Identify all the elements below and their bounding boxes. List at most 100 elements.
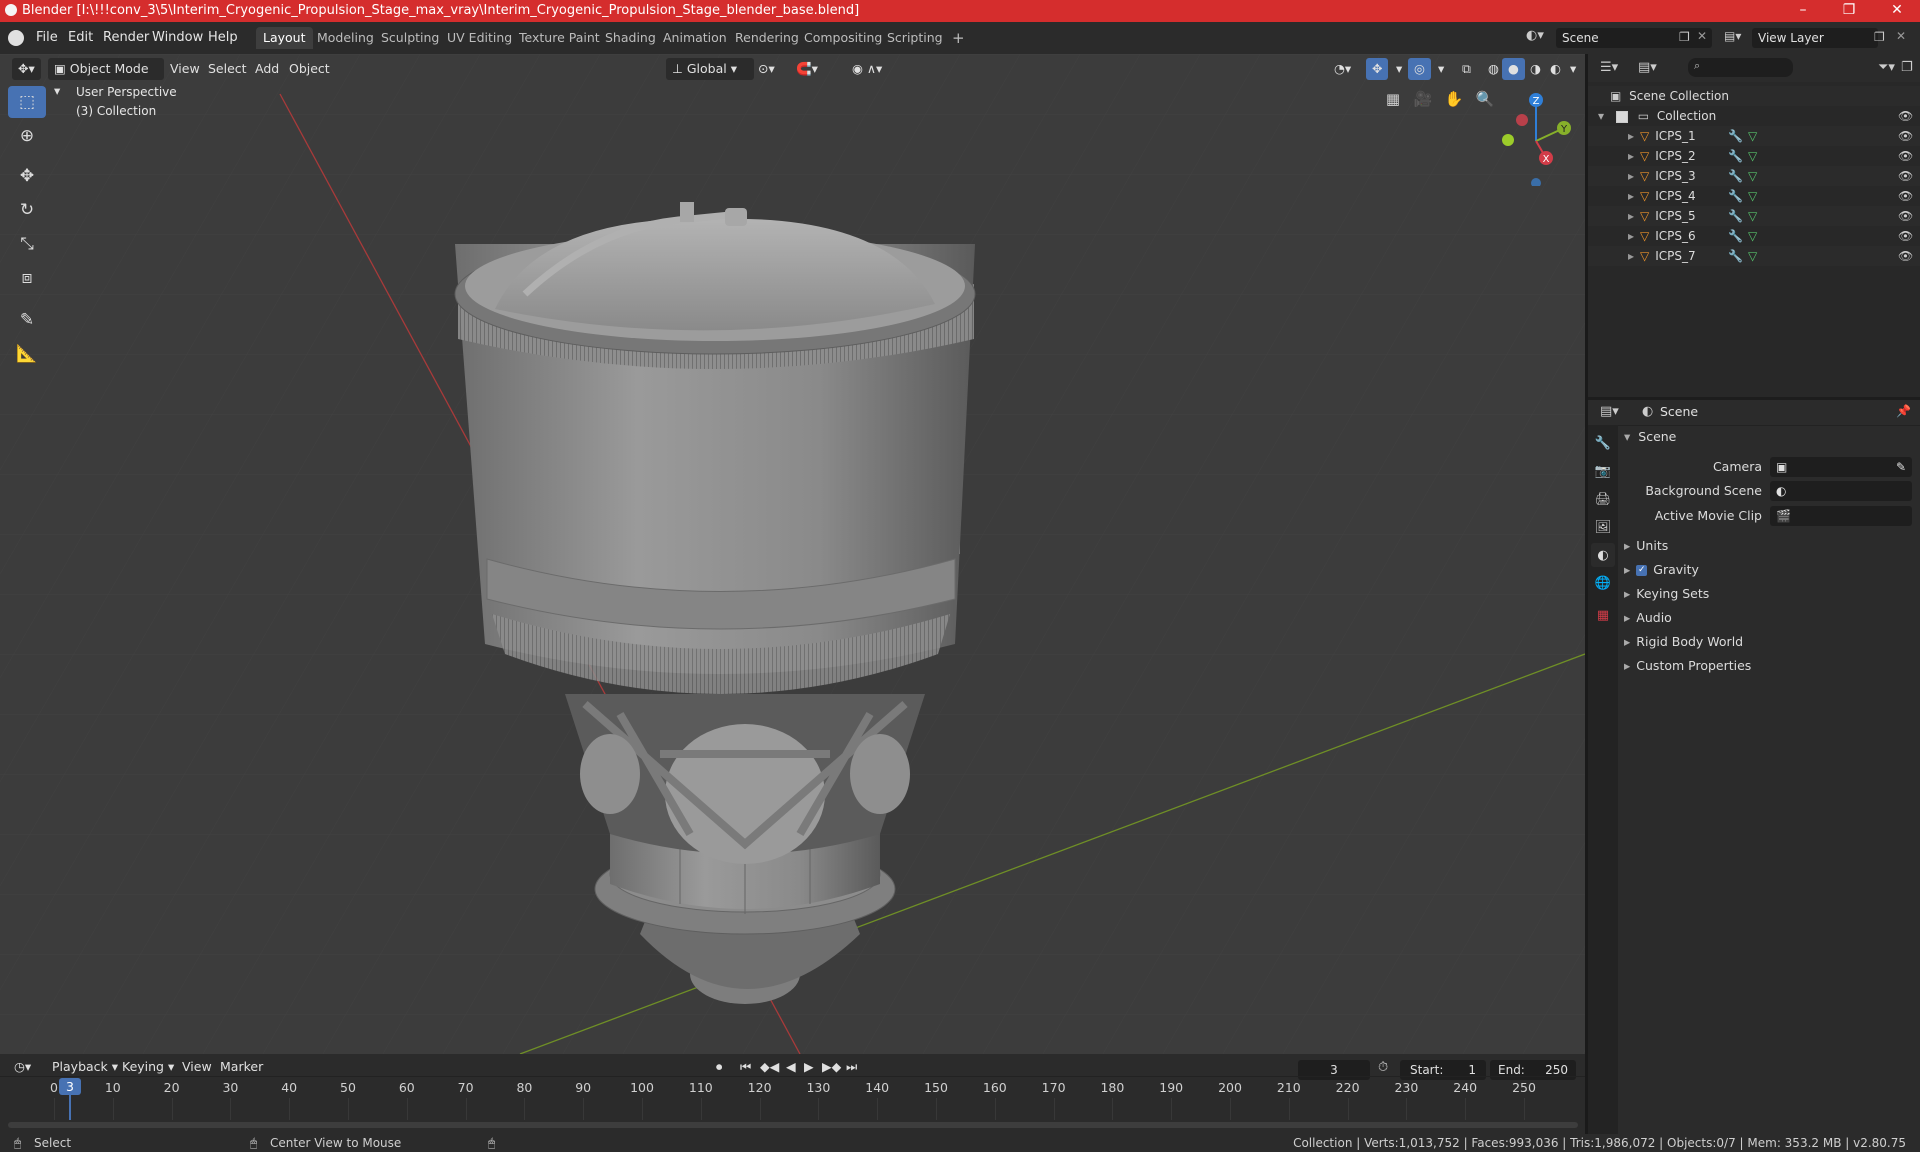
editor-type-button[interactable]: ✥▾ [12,58,41,80]
new-view-layer-icon[interactable]: ❐ [1874,30,1885,44]
tab-rendering[interactable]: Rendering [728,27,806,49]
tab-sculpting[interactable]: Sculpting [374,27,446,49]
rotate-tool[interactable]: ↻ [8,194,46,226]
mesh-data-icon[interactable]: ▽ [1748,186,1757,206]
menu-view[interactable]: View [164,58,206,80]
collection-eye-icon[interactable]: 👁 [1898,106,1913,126]
expand-arrow-icon[interactable]: ▸ [1628,209,1634,223]
current-frame-field[interactable]: 3 [1298,1060,1370,1080]
mesh-data-icon[interactable]: ▽ [1748,206,1757,226]
expand-arrow-icon[interactable]: ▸ [1628,249,1634,263]
expand-arrow-icon[interactable]: ▸ [1628,129,1634,143]
active-movie-clip-field[interactable]: 🎬 [1770,506,1912,526]
object-mode-dropdown[interactable]: ▣ Object Mode ▾ [48,58,164,98]
object-eye-icon[interactable]: 👁 [1898,206,1913,226]
tab-modeling[interactable]: Modeling [310,27,381,49]
tool-tab-icon[interactable]: 🔧 [1591,431,1615,455]
object-eye-icon[interactable]: 👁 [1898,146,1913,166]
filter-icon[interactable]: ⏷▾ [1878,60,1895,75]
outliner-object-row[interactable]: ▸ ▽ ICPS_2 🔧 ▽ 👁 [1588,146,1920,166]
camera-field[interactable]: ▣ ✎ [1770,457,1912,477]
pin-icon[interactable]: 📌 [1896,404,1911,418]
scene-collection-row[interactable]: ▣ Scene Collection [1588,86,1920,106]
scene-tab-icon[interactable]: ◐ [1591,543,1615,567]
playback-menu[interactable]: Playback ▾ [46,1056,124,1078]
eyedropper-icon[interactable]: ✎ [1896,457,1906,477]
outliner-object-row[interactable]: ▸ ▽ ICPS_7 🔧 ▽ 👁 [1588,246,1920,266]
mesh-data-icon[interactable]: ▽ [1748,166,1757,186]
object-eye-icon[interactable]: 👁 [1898,126,1913,146]
shading-dropdown-icon[interactable]: ▾ [1564,58,1582,80]
mesh-data-icon[interactable]: ▽ [1748,126,1757,146]
menu-window[interactable]: Window [150,28,205,48]
tab-texture-paint[interactable]: Texture Paint [512,27,607,49]
annotate-tool[interactable]: ✎ [8,304,46,336]
timeline-editor-type-icon[interactable]: ◷▾ [8,1056,37,1078]
outliner-editor-type-icon[interactable]: ☰▾ [1600,60,1618,75]
modifier-wrench-icon[interactable]: 🔧 [1728,126,1743,146]
object-eye-icon[interactable]: 👁 [1898,166,1913,186]
gizmo-toggle-icon[interactable]: ✥ [1366,58,1389,80]
custom-properties-panel-header[interactable]: ▸ Custom Properties [1620,654,1920,678]
jump-end-button[interactable]: ⏭ [840,1056,863,1078]
modifier-wrench-icon[interactable]: 🔧 [1728,246,1743,266]
new-scene-icon[interactable]: ❐ [1679,30,1690,44]
timeline-view-menu[interactable]: View [176,1056,218,1078]
tab-scripting[interactable]: Scripting [880,27,950,49]
overlay-toggle-icon[interactable]: ◎ [1408,58,1431,80]
modifier-wrench-icon[interactable]: 🔧 [1728,186,1743,206]
background-scene-field[interactable]: ◐ [1770,481,1912,501]
modifier-wrench-icon[interactable]: 🔧 [1728,146,1743,166]
playhead-frame-indicator[interactable]: 3 [59,1078,81,1095]
new-collection-icon[interactable]: ❐ [1901,60,1913,75]
expand-arrow-icon[interactable]: ▸ [1628,189,1634,203]
menu-render[interactable]: Render [101,28,151,48]
menu-add[interactable]: Add [249,58,285,80]
visibility-icon[interactable]: ◔▾ [1328,58,1357,80]
tab-uv-editing[interactable]: UV Editing [440,27,519,49]
snap-icon[interactable]: 🧲▾ [790,58,824,80]
mesh-data-icon[interactable]: ▽ [1748,146,1757,166]
navigation-gizmo[interactable]: Z Y X [1490,86,1585,186]
mesh-data-icon[interactable]: ▽ [1748,226,1757,246]
add-workspace-button[interactable]: + [945,27,972,49]
menu-object[interactable]: Object [283,58,336,80]
outliner-object-row[interactable]: ▸ ▽ ICPS_3 🔧 ▽ 👁 [1588,166,1920,186]
keying-sets-panel-header[interactable]: ▸ Keying Sets [1620,582,1920,606]
properties-editor-type-icon[interactable]: ▤▾ [1600,404,1619,419]
measure-tool[interactable]: 📐 [8,338,46,370]
outliner-object-row[interactable]: ▸ ▽ ICPS_6 🔧 ▽ 👁 [1588,226,1920,246]
blender-menu-icon[interactable] [8,30,24,46]
audio-panel-header[interactable]: ▸ Audio [1620,606,1920,630]
tab-animation[interactable]: Animation [656,27,734,49]
tab-compositing[interactable]: Compositing [797,27,889,49]
scene-panel-header[interactable]: ▾ Scene [1620,425,1920,449]
record-button[interactable]: ⏺ [710,1056,728,1078]
expand-arrow-icon[interactable]: ▸ [1628,229,1634,243]
collapse-arrow-icon[interactable]: ▾ [1598,109,1604,123]
object-eye-icon[interactable]: 👁 [1898,246,1913,266]
close-button[interactable]: ✕ [1874,0,1920,22]
menu-help[interactable]: Help [206,28,240,48]
3d-viewport[interactable]: ✥▾ ▣ Object Mode ▾ View Select Add Objec… [0,54,1585,1054]
gizmo-dropdown-icon[interactable]: ▾ [1390,58,1408,80]
rigid-body-world-panel-header[interactable]: ▸ Rigid Body World [1620,630,1920,654]
modifier-wrench-icon[interactable]: 🔧 [1728,206,1743,226]
object-eye-icon[interactable]: 👁 [1898,226,1913,246]
object-eye-icon[interactable]: 👁 [1898,186,1913,206]
timeline-scrollbar[interactable] [8,1122,1578,1128]
menu-file[interactable]: File [34,28,60,48]
transform-orientation-dropdown[interactable]: ⊥ Global ▾ [666,58,754,80]
move-tool[interactable]: ✥ [8,160,46,192]
scene-type-icon[interactable]: ◐▾ [1526,28,1556,48]
pan-view-icon[interactable]: ✋ [1441,86,1467,112]
cursor-tool[interactable]: ⊕ [8,120,46,152]
menu-select[interactable]: Select [202,58,253,80]
minimize-button[interactable]: – [1780,0,1826,22]
delete-scene-icon[interactable]: ✕ [1697,29,1707,43]
start-frame-field[interactable]: Start: 1 [1400,1060,1486,1080]
overlay-dropdown-icon[interactable]: ▾ [1432,58,1450,80]
view-layer-selector[interactable]: View Layer [1752,28,1878,48]
view-layer-icon[interactable]: ▤▾ [1724,29,1741,43]
outliner-object-row[interactable]: ▸ ▽ ICPS_4 🔧 ▽ 👁 [1588,186,1920,206]
